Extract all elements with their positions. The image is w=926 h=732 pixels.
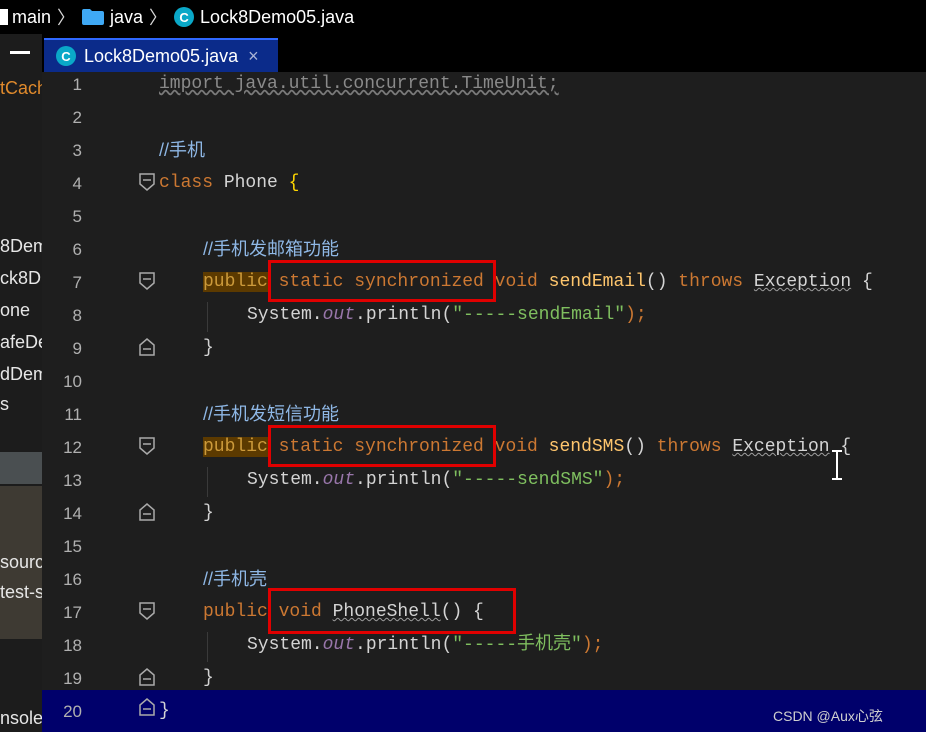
editor-tab-bar: C Lock8Demo05.java ×: [42, 34, 926, 72]
code-line: System.out.println("-----sendSMS");: [247, 470, 626, 490]
fold-end-icon[interactable]: [139, 338, 155, 356]
code-line: }: [203, 503, 214, 523]
project-item[interactable]: sourc: [0, 552, 42, 573]
collapse-icon[interactable]: [10, 51, 30, 54]
breadcrumb-separator-icon: 〉: [57, 8, 76, 28]
class-icon: C: [174, 7, 195, 27]
breadcrumb-item-java[interactable]: java: [82, 7, 143, 28]
fold-open-icon[interactable]: [139, 272, 155, 290]
text-cursor-icon: [832, 450, 842, 480]
code-line: }: [203, 338, 214, 358]
close-icon[interactable]: ×: [248, 46, 259, 67]
module-icon: [0, 9, 8, 25]
code-line: }: [203, 668, 214, 688]
fold-open-icon[interactable]: [139, 437, 155, 455]
fold-open-icon[interactable]: [139, 173, 155, 191]
project-item[interactable]: ck8D: [0, 268, 41, 289]
project-item[interactable]: afeDe: [0, 332, 42, 353]
project-item[interactable]: tCach: [0, 78, 42, 99]
selected-row: [0, 452, 42, 484]
breadcrumb-item-main[interactable]: main: [0, 7, 51, 28]
code-editor[interactable]: 1 2 3 4 5 6 7 8 9 10 11 12 13 14 15 16 1…: [42, 72, 926, 732]
tab-label: Lock8Demo05.java: [84, 45, 239, 66]
code-line: //手机: [159, 140, 206, 160]
breadcrumb-item-file[interactable]: C Lock8Demo05.java: [174, 7, 354, 28]
project-item[interactable]: dDem: [0, 364, 42, 385]
folder-icon: [82, 9, 105, 25]
annotation-box: [268, 588, 516, 634]
project-item[interactable]: s: [0, 394, 9, 415]
fold-open-icon[interactable]: [139, 602, 155, 620]
project-panel[interactable]: tCach 8Dem ck8D one afeDe dDem s sourc t…: [0, 34, 42, 732]
breadcrumb-separator-icon: 〉: [149, 8, 168, 28]
breadcrumb: main 〉 java 〉 C Lock8Demo05.java: [0, 0, 926, 34]
watermark: CSDN @Aux心弦: [773, 708, 883, 724]
line-number: 2: [72, 108, 82, 127]
project-item[interactable]: 8Dem: [0, 236, 42, 257]
project-item[interactable]: one: [0, 300, 30, 321]
project-item[interactable]: test-s: [0, 582, 42, 603]
annotation-box: [268, 425, 496, 467]
class-icon: C: [56, 46, 76, 66]
project-item[interactable]: nsoles: [0, 708, 42, 729]
fold-end-icon[interactable]: [139, 698, 155, 716]
fold-end-icon[interactable]: [139, 668, 155, 686]
annotation-box: [268, 260, 496, 302]
code-line: import java.util.concurrent.TimeUnit;: [159, 74, 559, 94]
fold-end-icon[interactable]: [139, 503, 155, 521]
line-number: 5: [72, 207, 82, 226]
line-number: 10: [63, 372, 82, 391]
tab-lock8demo05[interactable]: C Lock8Demo05.java ×: [44, 38, 278, 72]
code-line: System.out.println("-----sendEmail");: [247, 305, 647, 325]
code-line: class Phone {: [159, 173, 300, 193]
line-number: 15: [63, 537, 82, 556]
